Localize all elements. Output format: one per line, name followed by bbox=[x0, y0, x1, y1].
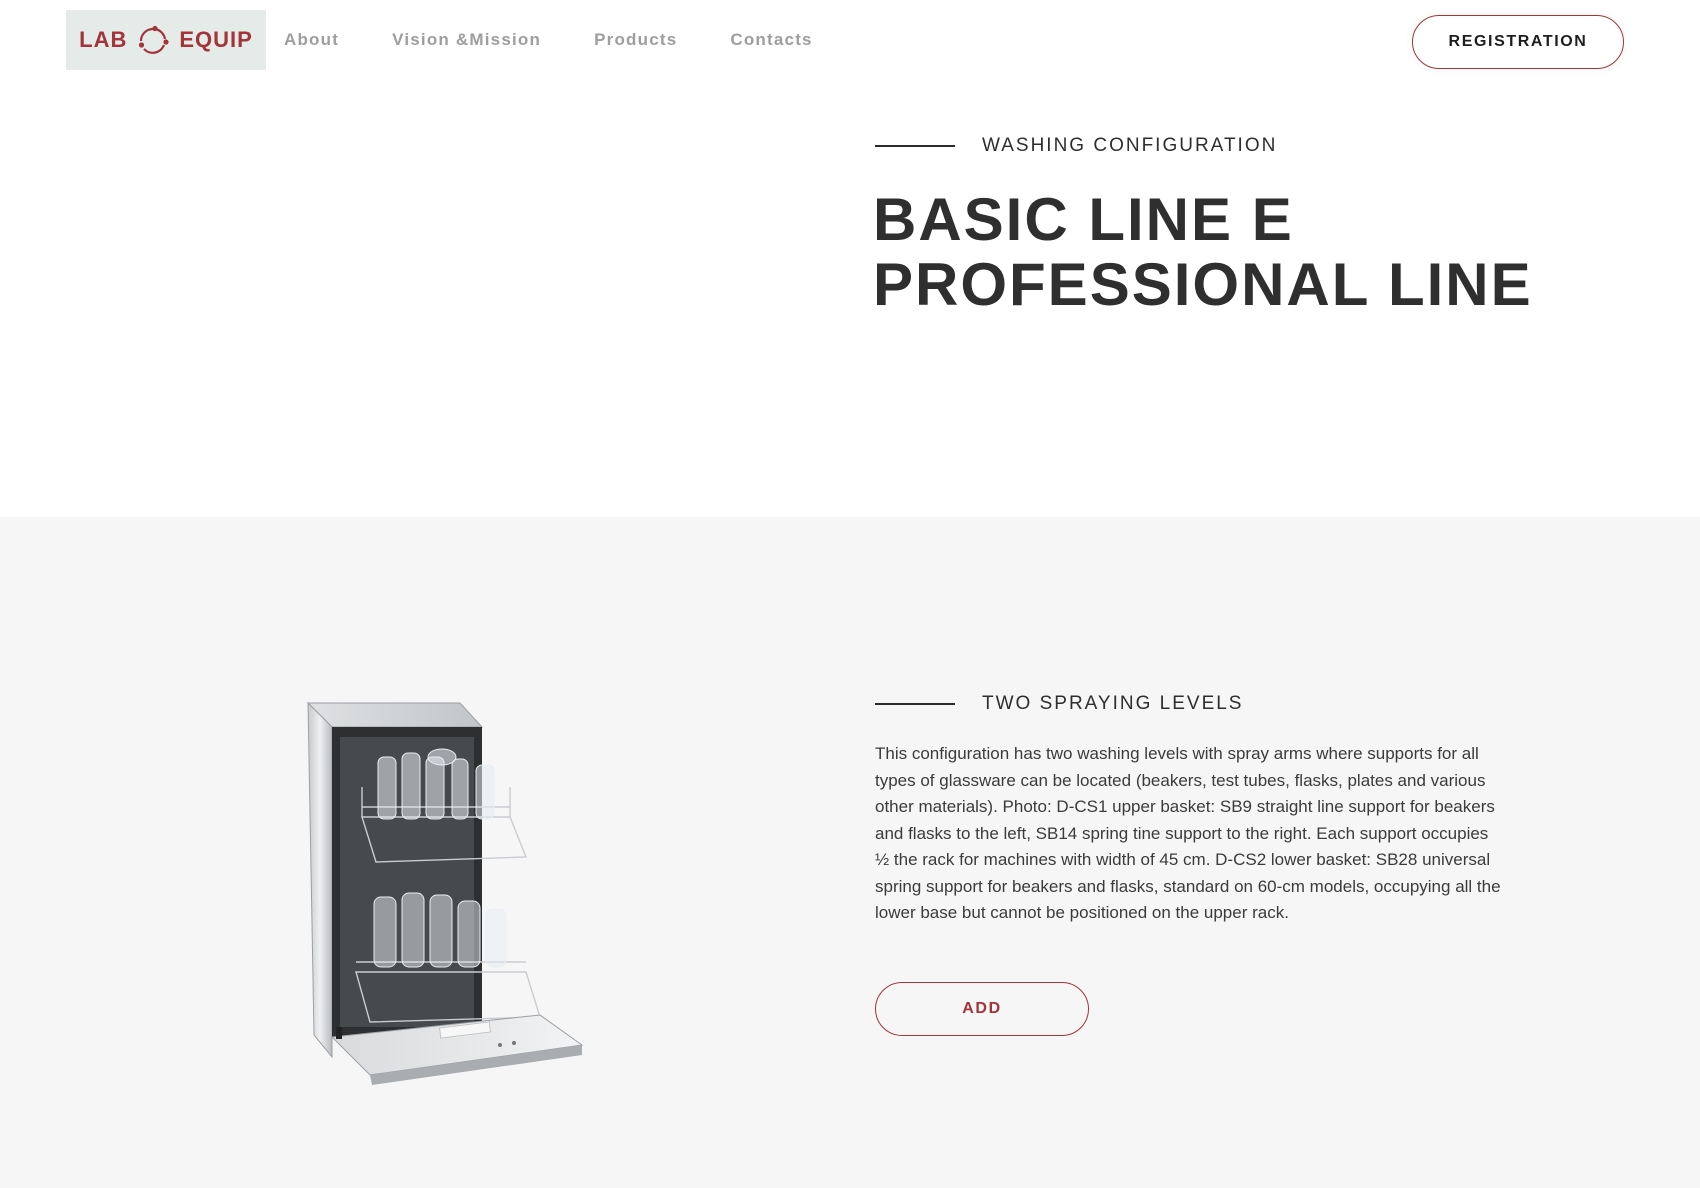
hero-eyebrow: WASHING CONFIGURATION bbox=[875, 135, 1277, 157]
page-title: BASIC LINE E PROFESSIONAL LINE bbox=[873, 187, 1533, 317]
feature-eyebrow-text: TWO SPRAYING LEVELS bbox=[982, 693, 1244, 714]
registration-button[interactable]: REGISTRATION bbox=[1412, 15, 1624, 69]
nav-products[interactable]: Products bbox=[594, 30, 677, 50]
eyebrow-divider bbox=[875, 703, 955, 705]
hero-section: WASHING CONFIGURATION BASIC LINE E PROFE… bbox=[0, 84, 1700, 517]
feature-section: TWO SPRAYING LEVELS This configuration h… bbox=[0, 517, 1700, 1188]
nav-contacts[interactable]: Contacts bbox=[730, 30, 812, 50]
page-title-line2: PROFESSIONAL LINE bbox=[873, 251, 1533, 318]
eyebrow-divider bbox=[875, 145, 955, 147]
nav-vision-mission[interactable]: Vision &Mission bbox=[392, 30, 541, 50]
hero-eyebrow-text: WASHING CONFIGURATION bbox=[982, 135, 1278, 156]
logo-ring-icon bbox=[139, 25, 169, 54]
glassware-washer-image bbox=[306, 701, 584, 1085]
add-button[interactable]: ADD bbox=[875, 982, 1089, 1036]
feature-eyebrow: TWO SPRAYING LEVELS bbox=[875, 693, 1243, 715]
main-nav: About Vision &Mission Products Contacts bbox=[284, 30, 866, 50]
logo-text-equip: EQUIP bbox=[179, 27, 253, 52]
site-header: LAB EQUIP About Vision &Mission Products… bbox=[0, 0, 1700, 84]
logo-text-lab: LAB bbox=[79, 27, 128, 52]
logo[interactable]: LAB EQUIP bbox=[66, 10, 266, 70]
feature-description: This configuration has two washing level… bbox=[875, 744, 1501, 922]
nav-about[interactable]: About bbox=[284, 30, 339, 50]
page-title-line1: BASIC LINE E bbox=[873, 186, 1294, 253]
